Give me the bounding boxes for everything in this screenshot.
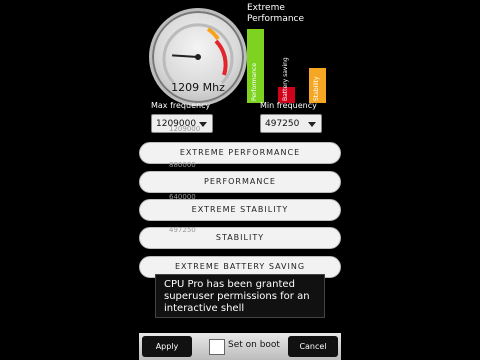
cancel-button[interactable]: Cancel (288, 336, 338, 357)
ghost-dropdown-item: 497250 (169, 226, 196, 234)
ghost-dropdown-item: 640000 (169, 193, 196, 201)
cpu-speed-gauge: 1209 Mhz (149, 8, 247, 106)
chevron-down-icon (308, 122, 316, 127)
apply-button[interactable]: Apply (142, 336, 192, 357)
bottom-action-bar: Apply Set on boot Cancel (139, 333, 341, 360)
profile-bar-label: Battery saving (282, 57, 289, 101)
gauge-hub (195, 54, 201, 60)
chevron-down-icon (199, 122, 207, 127)
min-frequency-value: 497250 (265, 119, 300, 129)
frequency-readout: 1209 Mhz (171, 81, 225, 94)
profile-title: Extreme Performance (247, 3, 304, 25)
set-on-boot-label: Set on boot (228, 340, 280, 350)
profile-bar-label: Performance (251, 62, 258, 101)
ghost-dropdown-item: 1209000 (169, 125, 201, 133)
app-screen: 1209 Mhz Extreme Performance Performance… (139, 0, 341, 360)
extreme-stability-button[interactable]: EXTREME STABILITY (139, 199, 341, 221)
profile-title-line1: Extreme (247, 3, 285, 13)
profile-title-line2: Performance (247, 14, 305, 24)
min-frequency-label: Min frequency (260, 101, 317, 110)
profile-bar-label: Stability (313, 76, 320, 101)
superuser-toast: CPU Pro has been granted superuser permi… (155, 274, 325, 318)
performance-button[interactable]: PERFORMANCE (139, 171, 341, 193)
gauge-needle (172, 54, 199, 58)
set-on-boot-checkbox[interactable] (209, 339, 225, 355)
min-frequency-select[interactable]: 497250 (260, 114, 322, 133)
ghost-dropdown-item: 880000 (169, 161, 196, 169)
max-frequency-label: Max frequency (151, 101, 211, 110)
